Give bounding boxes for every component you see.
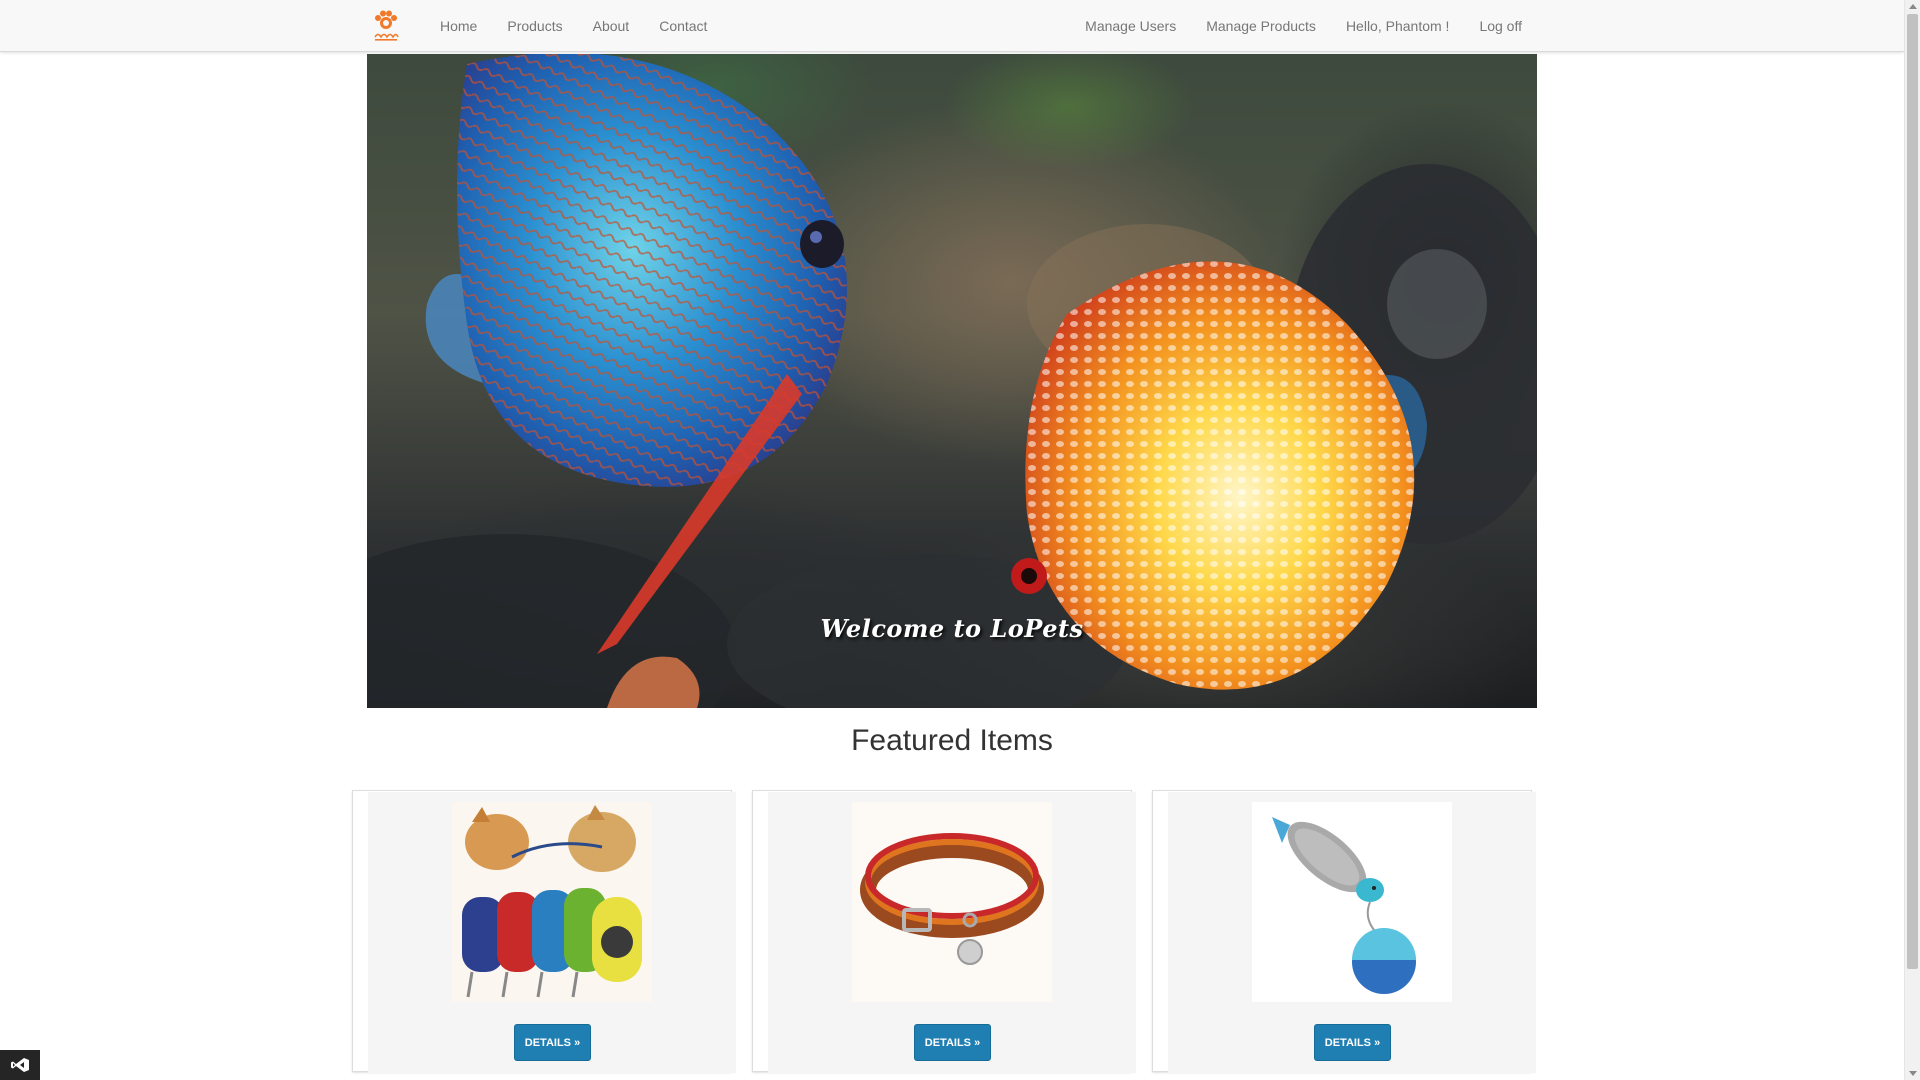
nav-log-off[interactable]: Log off: [1464, 0, 1537, 52]
nav-manage-users[interactable]: Manage Users: [1070, 0, 1191, 52]
nav-account-menu: Manage Users Manage Products Hello, Phan…: [1070, 0, 1537, 52]
nav-main-menu: Home Products About Contact: [425, 0, 722, 52]
scroll-up-icon[interactable]: [1909, 4, 1917, 9]
visual-studio-icon: [11, 1058, 29, 1072]
nav-manage-products[interactable]: Manage Products: [1191, 0, 1331, 52]
details-button[interactable]: DETAILS »: [1314, 1024, 1391, 1061]
brand-logo[interactable]: [367, 7, 405, 45]
details-button[interactable]: DETAILS »: [514, 1024, 591, 1061]
navbar-container: Home Products About Contact Manage Users…: [367, 0, 1537, 52]
featured-items-grid: DETAILS » DETAILS » DETAILS »: [352, 790, 1552, 1080]
dog-leash-icon: [452, 802, 652, 1002]
details-button[interactable]: DETAILS »: [914, 1024, 991, 1061]
nav-contact[interactable]: Contact: [644, 0, 722, 52]
product-card: DETAILS »: [352, 790, 736, 1073]
fish-toy-icon: [1252, 802, 1452, 1002]
product-card: DETAILS »: [752, 790, 1136, 1073]
scrollbar-thumb[interactable]: [1907, 14, 1918, 969]
nav-products[interactable]: Products: [492, 0, 577, 52]
nav-home[interactable]: Home: [425, 0, 492, 52]
product-card-body: DETAILS »: [368, 792, 736, 1073]
product-card-body: DETAILS »: [1168, 792, 1536, 1073]
product-image-dog-collar[interactable]: [852, 802, 1052, 1002]
nav-user-greeting[interactable]: Hello, Phantom !: [1331, 0, 1465, 52]
hero-banner: Welcome to LoPets: [367, 54, 1537, 708]
product-card-body: DETAILS »: [768, 792, 1136, 1073]
visual-studio-badge[interactable]: [0, 1050, 40, 1080]
page-scrollbar[interactable]: [1904, 0, 1920, 1080]
dog-collar-icon: [852, 802, 1052, 1002]
product-image-fish-toy[interactable]: [1252, 802, 1452, 1002]
featured-items-heading: Featured Items: [851, 724, 1053, 757]
hero-caption: Welcome to LoPets: [820, 614, 1084, 643]
hero-discus-fish-image: [367, 54, 1537, 708]
paw-icon: [374, 10, 399, 41]
scroll-down-icon[interactable]: [1909, 1071, 1917, 1076]
navbar: Home Products About Contact Manage Users…: [0, 0, 1904, 52]
product-card: DETAILS »: [1152, 790, 1536, 1073]
nav-about[interactable]: About: [578, 0, 645, 52]
product-image-dog-leashes[interactable]: [452, 802, 652, 1002]
